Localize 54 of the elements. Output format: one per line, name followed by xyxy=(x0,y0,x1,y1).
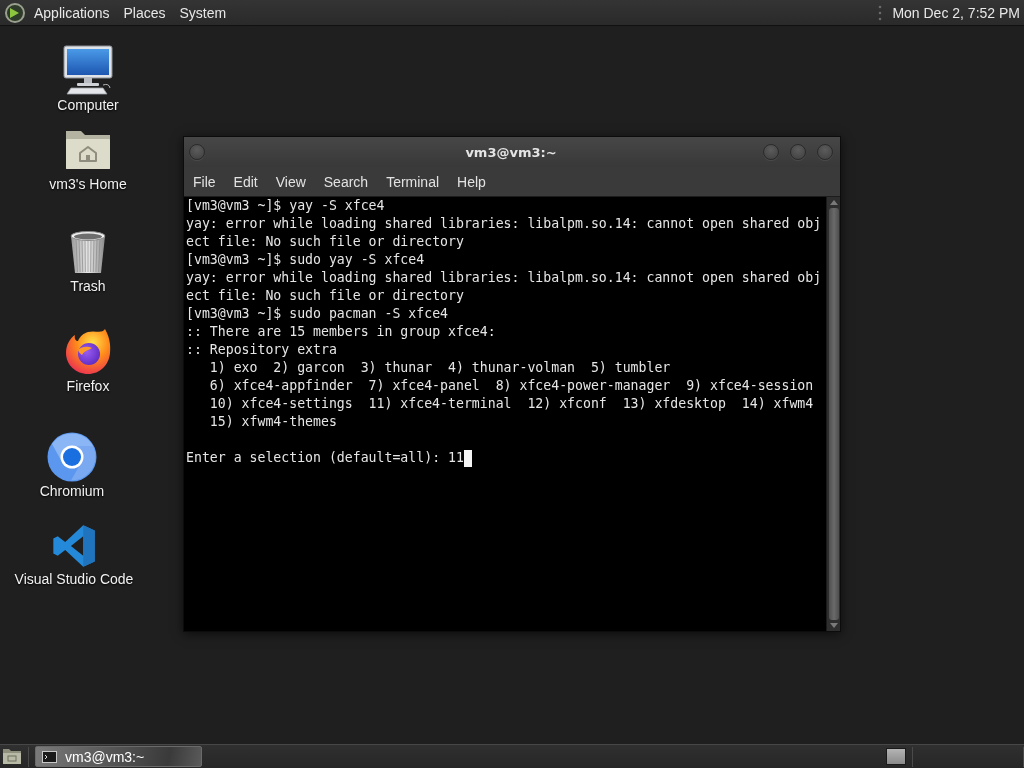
folder-icon xyxy=(2,748,22,765)
panel-menu[interactable]: Places xyxy=(117,1,172,24)
vscode-icon xyxy=(52,524,96,568)
close-button[interactable] xyxy=(817,144,833,160)
workspace-switcher[interactable] xyxy=(886,748,906,765)
terminal-line: [vm3@vm3 ~]$ sudo yay -S xfce4 xyxy=(186,251,425,269)
terminal-line: :: There are 15 members in group xfce4: xyxy=(186,323,496,341)
terminal-line: ect file: No such file or directory xyxy=(186,233,464,251)
caret-down-icon[interactable] xyxy=(829,623,838,628)
typed-text: 11 xyxy=(448,449,464,467)
terminal-line: yay: error while loading shared libraries: libalpm.so.14: cannot open shared obj xyxy=(186,215,822,233)
trash-can-icon xyxy=(68,230,108,274)
caret-up-icon[interactable] xyxy=(829,200,838,205)
circle-logo-icon xyxy=(4,1,26,24)
terminal-line: [vm3@vm3 ~]$ yay -S xfce4 xyxy=(186,197,385,215)
panel-menu[interactable]: System xyxy=(173,1,233,24)
menu-item[interactable]: Search xyxy=(314,169,378,194)
firefox-icon xyxy=(65,328,111,375)
clock[interactable]: Mon Dec 2, 7:52 PM xyxy=(888,1,1024,24)
menu-item[interactable]: View xyxy=(266,169,315,194)
desktop-shortcut[interactable]: Visual Studio Code xyxy=(14,524,134,588)
window-title: vm3@vm3:~ xyxy=(465,144,557,160)
terminal-line: [vm3@vm3 ~]$ sudo pacman -S xfce4 xyxy=(186,305,448,323)
terminal-icon xyxy=(42,750,57,763)
terminal-line: 1) exo 2) garcon 3) thunar 4) thunar-volman 5) tumbler xyxy=(209,359,671,377)
monitor-icon xyxy=(63,45,113,95)
desktop-shortcut[interactable]: Firefox xyxy=(65,328,111,395)
menu-item[interactable]: File xyxy=(184,169,225,194)
desktop-shortcut[interactable]: vm3's Home xyxy=(49,129,127,193)
terminal-line: 10) xfce4-settings 11) xfce4-terminal 12) xfconf 13) xfdesktop 14) xfwm4 xyxy=(209,395,814,413)
desktop-shortcut[interactable]: Trash xyxy=(68,230,108,295)
terminal-prompt: Enter a selection (default=all): xyxy=(186,449,441,467)
terminal-line: 15) xfwm4-themes xyxy=(209,413,337,431)
terminal-line: :: Repository extra xyxy=(186,341,337,359)
desktop-shortcut[interactable]: Computer xyxy=(57,45,119,114)
text-cursor-icon xyxy=(463,449,472,467)
chromium-icon xyxy=(47,432,97,482)
panel-handle-icon xyxy=(878,4,883,21)
minimize-button[interactable] xyxy=(763,144,779,160)
terminal-line: 6) xfce4-appfinder 7) xfce4-panel 8) xfce4-power-manager 9) xfce4-session xyxy=(209,377,814,395)
home-folder-icon xyxy=(65,129,111,170)
task-button[interactable]: vm3@vm3:~ xyxy=(35,746,202,767)
terminal-line: ect file: No such file or directory xyxy=(186,287,464,305)
maximize-button[interactable] xyxy=(790,144,806,160)
show-desktop-button[interactable] xyxy=(2,746,22,767)
scrollbar[interactable] xyxy=(826,197,840,631)
panel-menu[interactable]: Applications xyxy=(28,1,116,24)
menu-item[interactable]: Edit xyxy=(224,169,267,194)
menu-item[interactable]: Help xyxy=(448,169,495,194)
menu-item[interactable]: Terminal xyxy=(377,169,449,194)
desktop-shortcut[interactable]: Chromium xyxy=(39,432,105,500)
terminal-line: yay: error while loading shared libraries: libalpm.so.14: cannot open shared obj xyxy=(186,269,822,287)
scrollbar-thumb[interactable] xyxy=(828,208,839,620)
window-menu-button[interactable] xyxy=(189,144,205,160)
